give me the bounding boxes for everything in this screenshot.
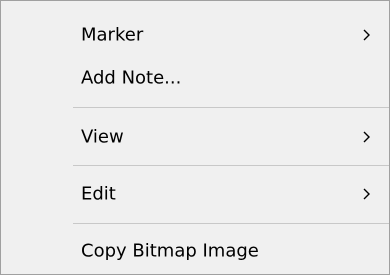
menu-separator xyxy=(73,223,389,224)
menu-item-view[interactable]: View xyxy=(3,115,387,159)
menu-item-label: Add Note... xyxy=(81,67,182,89)
menu-item-marker[interactable]: Marker xyxy=(3,13,387,57)
chevron-right-icon xyxy=(363,29,370,41)
menu-item-add-note[interactable]: Add Note... xyxy=(3,56,387,100)
chevron-right-icon xyxy=(363,188,370,200)
menu-item-copy-bitmap-image[interactable]: Copy Bitmap Image xyxy=(3,229,387,273)
menu-separator xyxy=(73,107,389,108)
context-menu: Marker Add Note... View Edit Copy Bitmap… xyxy=(0,0,390,275)
menu-item-label: Marker xyxy=(81,24,144,46)
menu-separator xyxy=(73,165,389,166)
menu-item-label: Copy Bitmap Image xyxy=(81,240,259,262)
menu-item-label: Edit xyxy=(81,183,116,205)
chevron-right-icon xyxy=(363,131,370,143)
menu-item-label: View xyxy=(81,126,124,148)
menu-item-edit[interactable]: Edit xyxy=(3,172,387,216)
